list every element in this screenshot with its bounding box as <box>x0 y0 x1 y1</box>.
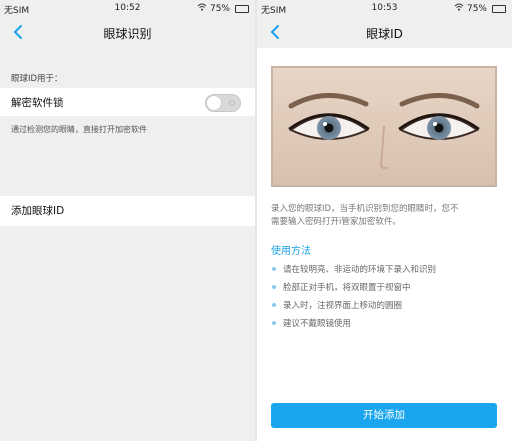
list-item: 录入时，注视界面上移动的圆圈 <box>271 299 436 317</box>
software-lock-description: 通过检测您的眼睛，直接打开加密软件 <box>11 125 147 134</box>
status-bar: 无SIM 10:53 75% <box>257 0 512 18</box>
start-add-button[interactable]: 开始添加 <box>271 403 497 428</box>
list-item: 建议不戴眼镜使用 <box>271 317 436 335</box>
howto-title: 使用方法 <box>271 246 311 257</box>
wifi-icon <box>454 3 464 14</box>
left-screen: 无SIM 10:52 75% 眼球识别 眼球ID用于： 解密软件锁 通过检测您的… <box>0 0 255 441</box>
software-lock-toggle[interactable] <box>205 94 241 112</box>
list-item: 脸部正对手机，将双眼置于视窗中 <box>271 281 436 299</box>
status-bar: 无SIM 10:52 75% <box>0 0 255 18</box>
page-title: 眼球识别 <box>103 27 152 41</box>
intro-line-2: 需要输入密码打开i管家加密软件。 <box>271 217 401 227</box>
battery-percent: 75% <box>466 3 487 14</box>
wifi-icon <box>197 3 207 14</box>
list-item: 请在较明亮、非运动的环境下录入和识别 <box>271 263 436 281</box>
intro-line-1: 录入您的眼球ID，当手机识别到您的眼睛时，您不 <box>271 204 459 214</box>
eyes-illustration <box>271 66 497 187</box>
battery-icon <box>235 4 249 13</box>
nav-bar: 眼球ID <box>257 18 512 48</box>
battery-percent: 75% <box>209 3 230 14</box>
add-eye-id-row[interactable]: 添加眼球ID <box>0 196 255 226</box>
howto-list: 请在较明亮、非运动的环境下录入和识别 脸部正对手机，将双眼置于视窗中 录入时，注… <box>271 263 436 335</box>
software-lock-label: 解密软件锁 <box>11 97 64 109</box>
intro-text: 录入您的眼球ID，当手机识别到您的眼睛时，您不 需要输入密码打开i管家加密软件。 <box>271 203 497 229</box>
battery-icon <box>492 4 506 13</box>
page-title: 眼球ID <box>366 27 403 41</box>
right-screen: 无SIM 10:53 75% 眼球ID 录入您的眼球ID，当手机识别到您的眼睛时… <box>257 0 512 441</box>
section-label: 眼球ID用于： <box>11 74 63 84</box>
software-lock-row[interactable]: 解密软件锁 <box>0 88 255 116</box>
add-eye-id-label: 添加眼球ID <box>11 205 65 217</box>
nav-bar: 眼球识别 <box>0 18 255 48</box>
